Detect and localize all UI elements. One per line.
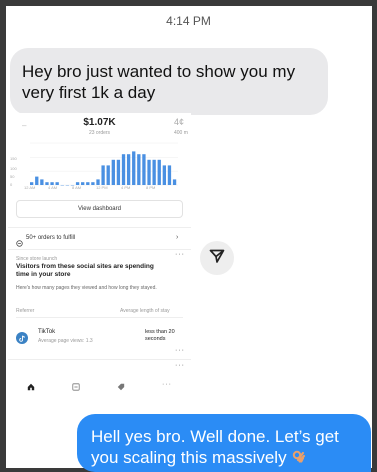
chart-bar: [86, 182, 90, 185]
divider: [8, 359, 191, 360]
chart-bar: [157, 159, 161, 185]
more-options-icon[interactable]: ···: [175, 251, 185, 258]
orders-nav-icon[interactable]: [72, 383, 80, 393]
sales-value: $1.07K: [83, 117, 116, 128]
chevron-right-icon: ›: [176, 234, 179, 241]
incoming-message-bubble[interactable]: Hey bro just wanted to show you my very …: [10, 48, 328, 115]
avg-length-column-label: Average length of stay: [120, 308, 170, 314]
shared-screenshot-image[interactable]: – $1.07K 23 orders 4¢ 400 m 150 100 50 0…: [8, 113, 191, 405]
chart-bar: [162, 165, 167, 185]
chart-bar: [172, 179, 177, 185]
divider: [8, 249, 191, 250]
outgoing-message-bubble[interactable]: Hell yes bro. Well done. Let’s get you s…: [77, 414, 371, 472]
x-tick-label: 4 PM: [121, 185, 131, 190]
chart-bar: [147, 159, 151, 185]
more-options-icon[interactable]: ···: [175, 347, 185, 354]
x-tick-label: 12 PM: [96, 185, 108, 190]
visitors-card-description: Here's how many pages they viewed and ho…: [16, 285, 157, 291]
y-tick-label: 50: [10, 174, 15, 179]
top-frame: [0, 0, 377, 6]
chart-bar: [167, 165, 172, 185]
chart-bar: [40, 179, 44, 185]
chart-bar: [142, 154, 146, 185]
chart-bar: [126, 154, 131, 185]
chart-bar: [91, 182, 95, 185]
more-nav-icon[interactable]: ···: [162, 381, 172, 388]
x-tick-label: 12 AM: [24, 185, 36, 190]
chart-bar: [137, 154, 141, 185]
chart-bar: [81, 182, 85, 185]
paper-plane-icon: [209, 248, 225, 269]
ok-hand-emoji-icon: [291, 448, 307, 469]
chart-bar: [106, 165, 110, 185]
chart-bar: [116, 159, 121, 185]
tiktok-page-views: Average page views: 1.3: [38, 338, 93, 344]
tiktok-stay-length: less than 20 seconds: [145, 329, 175, 342]
chart-bar: [111, 159, 115, 185]
x-tick-label: 8 PM: [146, 185, 156, 190]
tag-icon[interactable]: [117, 383, 125, 393]
next-stat-sub: 400 m: [174, 130, 188, 136]
next-stat-value: 4¢: [174, 117, 185, 127]
y-tick-label: 100: [10, 166, 17, 171]
view-dashboard-button[interactable]: View dashboard: [16, 200, 183, 218]
sales-bar-chart: [30, 142, 178, 186]
more-options-icon[interactable]: ···: [175, 362, 185, 369]
message-timestamp: 4:14 PM: [166, 14, 211, 28]
x-tick-label: 4 AM: [48, 185, 58, 190]
since-launch-label: Since store launch: [16, 256, 58, 262]
share-send-button[interactable]: [200, 241, 234, 275]
chart-bar: [101, 165, 105, 185]
visitors-card-title: Visitors from these social sites are spe…: [16, 263, 154, 278]
chart-bar: [132, 151, 136, 185]
divider: [8, 227, 191, 228]
y-tick-label: 150: [10, 156, 17, 161]
chart-bar: [121, 154, 126, 185]
left-frame: [0, 0, 6, 472]
chart-bar: [35, 176, 39, 185]
referrer-column-label: Referrer: [16, 308, 35, 314]
home-icon[interactable]: [27, 383, 35, 393]
divider: [16, 317, 183, 318]
orders-count: 23 orders: [88, 130, 111, 136]
right-frame: [372, 0, 377, 472]
y-tick-label: 0: [10, 182, 13, 187]
chart-bar: [152, 159, 156, 185]
tiktok-icon: [16, 332, 28, 344]
x-tick-label: 8 AM: [72, 185, 82, 190]
orders-to-fulfill-link[interactable]: 50+ orders to fulfill: [26, 235, 75, 241]
tiktok-referrer-name: TikTok: [38, 329, 56, 335]
